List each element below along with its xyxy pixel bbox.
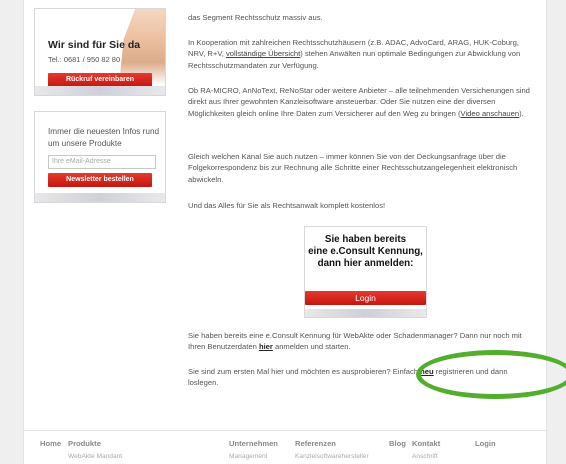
footer-home-link[interactable]: Home: [40, 439, 61, 448]
footer-anschrift-link[interactable]: Anschrift: [412, 453, 438, 460]
login-heading-line: dann hier anmelden:: [317, 258, 414, 269]
overview-link[interactable]: vollständige Übersicht: [226, 49, 300, 58]
box-footer-band: [35, 193, 165, 202]
footer-blog-link[interactable]: Blog: [389, 439, 406, 448]
newsletter-text: Immer die neuesten Infos rund um unsere …: [48, 127, 160, 148]
login-heading-line: eine e.Consult Kennung,: [308, 246, 423, 257]
paragraph-cooperation: In Kooperation mit zahlreichen Rechtssch…: [188, 37, 538, 71]
footer-kanzleisoftware-link[interactable]: Kanzleisoftwarehersteller: [295, 453, 369, 460]
footer-nav: Home Produkte WebAkte Mandant Unternehme…: [24, 430, 548, 460]
footer-referenzen-link[interactable]: Referenzen: [295, 439, 336, 448]
login-box-heading: Sie haben bereits eine e.Consult Kennung…: [305, 234, 426, 270]
footer-kontakt-link[interactable]: Kontakt: [412, 439, 440, 448]
box-footer-band: [35, 86, 165, 95]
text-segment: Sie haben bereits eine e.Consult Kennung…: [188, 331, 522, 352]
paragraph-free: Und das Alles für Sie als Rechtsanwalt k…: [188, 201, 386, 210]
contact-title: Wir sind für Sie da: [48, 39, 141, 51]
text-segment: Sie sind zum ersten Mal hier und möchten…: [188, 367, 421, 376]
footer-unternehmen-link[interactable]: Unternehmen: [229, 439, 278, 448]
login-button[interactable]: Login: [305, 291, 426, 305]
contact-box: Wir sind für Sie da Tel.: 0681 / 950 82 …: [34, 8, 166, 96]
footer-produkte-link[interactable]: Produkte: [68, 439, 101, 448]
text-segment: ).: [519, 108, 524, 118]
login-box: Sie haben bereits eine e.Consult Kennung…: [304, 226, 427, 318]
page-container: Wir sind für Sie da Tel.: 0681 / 950 82 …: [23, 0, 566, 464]
login-heading-line: Sie haben bereits: [324, 234, 407, 245]
here-login-link[interactable]: hier: [259, 342, 273, 351]
box-footer-band: [305, 309, 426, 317]
footer-management-link[interactable]: Management: [229, 453, 268, 460]
paragraph-software: Ob RA-MICRO, AnNoText, ReNoStar oder wei…: [188, 85, 538, 119]
text-segment: anmelden und starten.: [272, 342, 351, 352]
paragraph-channels: Gleich welchen Kanal Sie auch nutzen – i…: [188, 152, 518, 184]
footer-webakte-link[interactable]: WebAkte Mandant: [68, 453, 122, 460]
paragraph-intro: das Segment Rechtsschutz massiv aus.: [188, 13, 323, 22]
contact-phone: Tel.: 0681 / 950 82 80: [48, 55, 121, 64]
callback-button[interactable]: Rückruf vereinbaren: [48, 73, 152, 87]
highlight-ellipse: [416, 350, 566, 399]
newsletter-box: Immer die neuesten Infos rund um unsere …: [34, 111, 166, 203]
footer-login-link[interactable]: Login: [475, 439, 496, 448]
video-link[interactable]: Video anschauen: [461, 109, 520, 118]
newsletter-subscribe-button[interactable]: Newsletter bestellen: [48, 173, 152, 187]
newsletter-email-input[interactable]: Ihre eMail-Adresse: [48, 155, 156, 169]
